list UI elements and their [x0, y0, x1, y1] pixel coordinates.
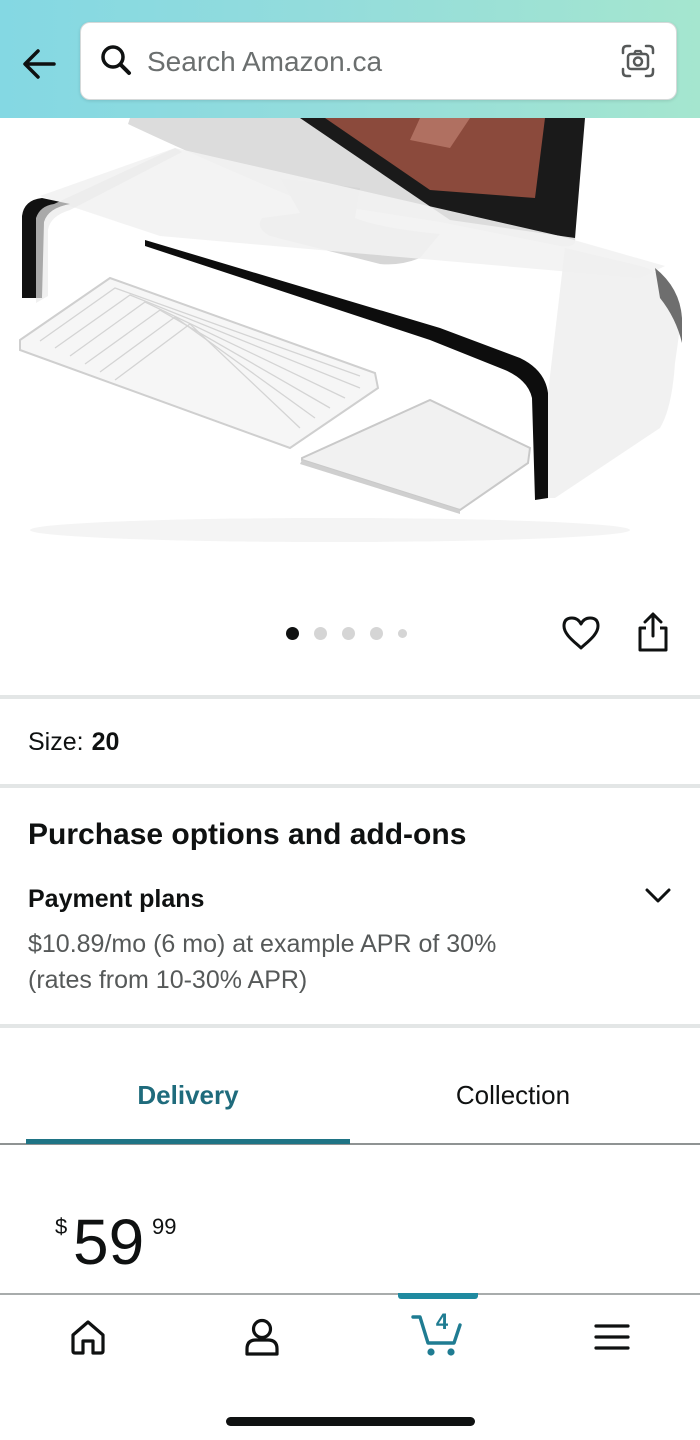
hamburger-menu-icon: [594, 1324, 630, 1350]
carousel-dot[interactable]: [342, 626, 355, 640]
size-value: 20: [91, 728, 120, 756]
section-divider: [0, 784, 700, 788]
price-whole: 59: [73, 1206, 145, 1278]
back-button[interactable]: [18, 42, 62, 86]
purchase-options-title: Purchase options and add-ons: [28, 818, 467, 851]
section-divider: [0, 695, 700, 699]
payment-plans-rates: (rates from 10-30% APR): [28, 966, 308, 994]
chevron-down-icon: [645, 888, 671, 903]
heart-icon: [562, 616, 600, 650]
carousel-dot-active[interactable]: [286, 626, 299, 640]
search-bar[interactable]: [80, 22, 677, 100]
nav-account-button[interactable]: [238, 1313, 286, 1361]
payment-plans-expand-button[interactable]: [640, 878, 676, 914]
back-arrow-icon: [23, 49, 56, 79]
tab-collection[interactable]: Collection: [350, 1080, 676, 1111]
carousel-dot[interactable]: [398, 628, 407, 638]
tab-selected-indicator: [26, 1139, 350, 1144]
carousel-dot[interactable]: [314, 626, 327, 640]
carousel-dot[interactable]: [370, 626, 383, 640]
size-label: Size:: [28, 728, 84, 756]
payment-plans-detail: $10.89/mo (6 mo) at example APR of 30%: [28, 930, 497, 958]
carousel-dots[interactable]: [286, 626, 407, 640]
nav-menu-button[interactable]: [588, 1313, 636, 1361]
size-selector[interactable]: Size: 20: [28, 728, 119, 757]
wishlist-button[interactable]: [560, 612, 602, 654]
active-tab-indicator: [398, 1293, 478, 1299]
payment-plans-label[interactable]: Payment plans: [28, 885, 204, 914]
cart-count-badge: 4: [435, 1309, 449, 1334]
product-image[interactable]: [0, 118, 700, 588]
home-icon: [71, 1320, 105, 1355]
camera-scan-icon[interactable]: [620, 43, 656, 79]
nav-cart-button[interactable]: 4: [410, 1309, 466, 1361]
search-input[interactable]: [147, 41, 607, 83]
top-header: [0, 0, 700, 118]
nav-home-button[interactable]: [64, 1313, 112, 1361]
section-divider: [0, 1024, 700, 1028]
price-fraction: 99: [152, 1214, 177, 1239]
price-currency-symbol: $: [55, 1214, 68, 1239]
search-icon: [101, 45, 131, 75]
person-icon: [245, 1318, 279, 1356]
share-icon: [638, 612, 668, 652]
tab-delivery[interactable]: Delivery: [26, 1080, 350, 1111]
share-button[interactable]: [632, 610, 674, 656]
home-indicator[interactable]: [226, 1417, 475, 1426]
